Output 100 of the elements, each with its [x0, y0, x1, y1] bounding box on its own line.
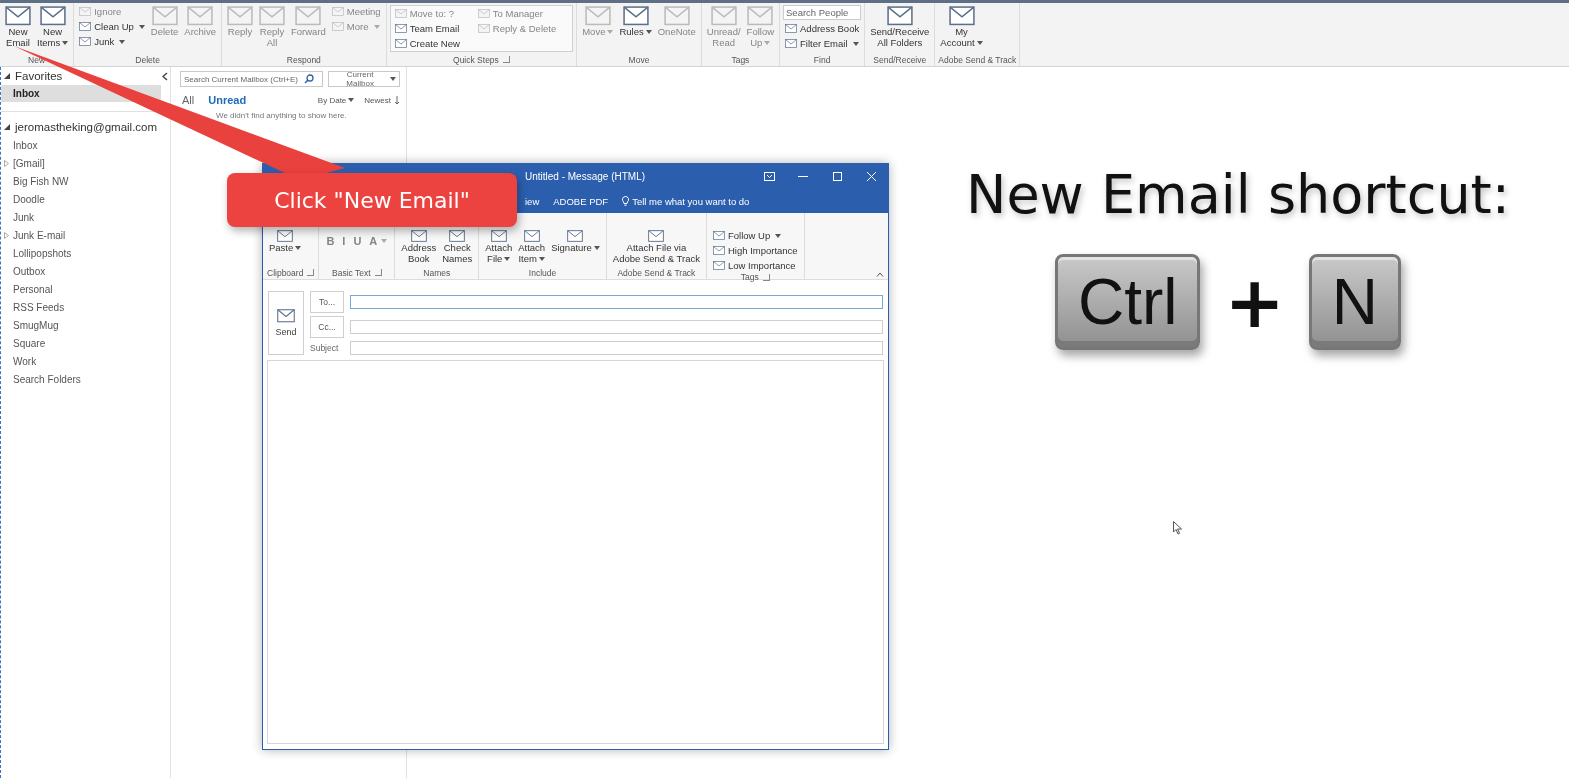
envelope-icon — [410, 230, 427, 242]
ribbon-button[interactable]: Signature — [549, 229, 602, 254]
ribbon-button[interactable]: Follow Up — [710, 229, 800, 242]
sort-dropdown[interactable]: By Date — [317, 95, 355, 105]
envelope-icon — [277, 230, 294, 242]
message-body-field[interactable] — [267, 360, 884, 744]
expand-arrow-icon[interactable] — [4, 123, 11, 131]
dialog-launcher-icon[interactable] — [307, 269, 315, 276]
folder-item[interactable]: RSS Feeds — [1, 298, 166, 316]
envelope-icon — [477, 24, 490, 33]
envelope-icon — [151, 6, 178, 26]
ribbon-button[interactable]: Address Book — [399, 229, 439, 265]
group-label: Names — [423, 267, 451, 278]
group-label: Basic Text — [332, 267, 371, 278]
envelope-icon — [712, 231, 725, 240]
folder-item[interactable]: Doodle — [1, 190, 166, 208]
ribbon-button[interactable]: Team Email — [392, 22, 462, 35]
cc-field[interactable] — [350, 320, 883, 334]
ribbon-button[interactable]: My Account — [938, 5, 985, 49]
envelope-icon — [712, 246, 725, 255]
dialog-launcher-icon[interactable] — [374, 269, 382, 276]
caret-icon — [390, 77, 396, 81]
folder-item[interactable]: Inbox — [1, 136, 166, 154]
group-label: Move — [628, 54, 650, 65]
envelope-icon — [295, 6, 322, 26]
ribbon-button[interactable]: Rules — [617, 5, 654, 38]
ribbon-button[interactable]: Attach File via Adobe Send & Track — [610, 229, 702, 265]
ribbon-button[interactable]: Check Names — [440, 229, 475, 265]
sort-order-button[interactable]: Newest — [364, 95, 400, 105]
keyboard-key: Ctrl — [1054, 254, 1201, 350]
folder-item[interactable]: Outbox — [1, 262, 166, 280]
ribbon-button[interactable]: Address Book — [783, 22, 862, 35]
folder-item[interactable]: Work — [1, 352, 166, 370]
folder-item[interactable]: Personal — [1, 280, 166, 298]
tell-me-search[interactable]: Tell me what you want to do — [622, 195, 750, 207]
search-field[interactable]: Search People — [783, 5, 862, 20]
envelope-icon — [394, 9, 407, 18]
ribbon-button[interactable]: Create New — [392, 37, 462, 50]
section-header[interactable]: Favorites — [15, 70, 63, 82]
envelope-icon — [948, 6, 975, 26]
subject-field[interactable] — [350, 341, 883, 355]
collapse-ribbon-icon[interactable] — [876, 272, 884, 277]
folder-item[interactable]: Big Fish NW — [1, 172, 166, 190]
folder-item[interactable]: Search Folders — [1, 370, 166, 388]
to-button[interactable]: To... — [310, 291, 344, 313]
ribbon-button[interactable]: Clean Up — [77, 20, 147, 33]
filter-tab[interactable]: Unread — [206, 94, 249, 106]
ribbon-button[interactable]: High Importance — [710, 244, 800, 257]
group-label: Clipboard — [267, 267, 304, 278]
subject-label: Subject — [310, 343, 340, 353]
keyboard-key: N — [1308, 254, 1402, 350]
send-button[interactable]: Send — [268, 291, 304, 355]
ribbon-button[interactable]: Send/Receive All Folders — [868, 5, 932, 49]
cc-button[interactable]: Cc... — [310, 316, 344, 338]
search-field[interactable]: Search Current Mailbox (Ctrl+E) — [180, 71, 324, 87]
envelope-icon — [785, 24, 798, 33]
envelope-icon — [227, 6, 253, 26]
window-title: Untitled - Message (HTML) — [525, 171, 646, 182]
ribbon-options-icon — [763, 172, 775, 181]
folder-item[interactable]: SmugMug — [1, 316, 166, 334]
ribbon-button[interactable]: New Items — [35, 5, 71, 49]
group-label: Quick Steps — [453, 54, 499, 65]
folder-item[interactable]: Lollipopshots — [1, 244, 166, 262]
envelope-icon — [79, 37, 92, 46]
ribbon-button[interactable]: Junk — [77, 35, 147, 48]
shortcut-title: New Email shortcut: — [966, 163, 1510, 226]
callout-label: Click "New Email" — [227, 173, 517, 227]
dialog-launcher-icon[interactable] — [502, 56, 510, 63]
envelope-icon — [187, 6, 214, 26]
ribbon-button[interactable]: New Email — [3, 5, 33, 49]
to-field[interactable] — [350, 295, 883, 309]
folder-item[interactable]: Junk — [1, 208, 166, 226]
filter-tab[interactable]: All — [180, 94, 197, 106]
envelope-icon — [277, 309, 295, 323]
envelope-icon — [449, 230, 466, 242]
dialog-launcher-icon[interactable] — [762, 273, 770, 281]
envelope-icon — [785, 39, 798, 48]
account-header[interactable]: jeromastheking@gmail.com — [15, 121, 158, 133]
ribbon-button[interactable]: Attach Item — [516, 229, 548, 265]
envelope-icon — [490, 230, 507, 242]
maximize-icon — [832, 172, 842, 181]
plus-sign: + — [1224, 260, 1285, 344]
folder-item[interactable]: Junk E-mail — [1, 226, 166, 244]
ribbon-button[interactable]: Paste — [267, 229, 304, 254]
ribbon-button[interactable]: Filter Email — [783, 37, 862, 50]
lightbulb-icon — [622, 196, 630, 206]
envelope-icon — [477, 9, 490, 18]
envelope-icon — [584, 6, 611, 26]
ribbon-tab[interactable]: iew — [525, 193, 540, 209]
expand-arrow-icon[interactable] — [4, 72, 11, 80]
ribbon-button[interactable]: Low Importance — [710, 259, 800, 272]
ribbon-button[interactable]: Attach File — [483, 229, 515, 265]
envelope-icon — [5, 6, 31, 26]
collapse-chevron-icon[interactable] — [162, 71, 168, 81]
ribbon-tab[interactable]: ADOBE PDF — [553, 193, 609, 209]
scope-dropdown[interactable]: Current Mailbox — [328, 71, 400, 87]
folder-item[interactable]: [Gmail] — [1, 154, 166, 172]
group-label: Tags — [740, 272, 759, 282]
folder-item[interactable]: Square — [1, 334, 166, 352]
group-label: Find — [813, 54, 831, 65]
